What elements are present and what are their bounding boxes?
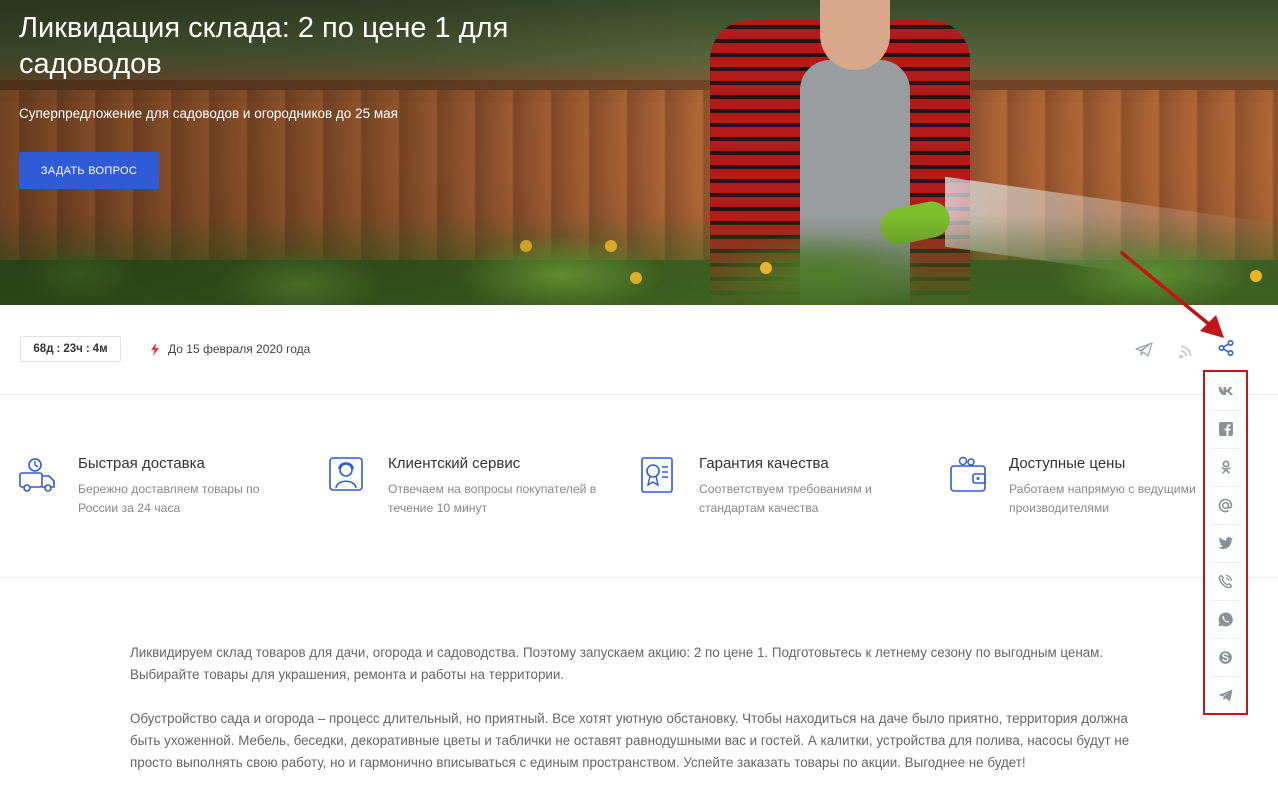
deadline-info: До 15 февраля 2020 года <box>150 342 310 356</box>
viber-icon <box>1218 574 1233 588</box>
mail-at-icon <box>1218 498 1233 512</box>
lightning-icon <box>151 342 159 356</box>
certificate-icon <box>641 457 673 493</box>
share-viber-button[interactable] <box>1205 562 1246 600</box>
divider <box>0 577 1278 578</box>
share-mail-button[interactable] <box>1205 486 1246 524</box>
timer-minutes-unit: м <box>99 343 108 355</box>
share-facebook-button[interactable] <box>1205 410 1246 448</box>
feature-title: Клиентский сервис <box>388 455 521 472</box>
twitter-icon <box>1218 537 1233 549</box>
feature-description: Бережно доставляем товары по России за 2… <box>78 482 260 515</box>
delivery-truck-icon <box>19 458 55 492</box>
article-paragraph: Ликвидируем склад товаров для дачи, огор… <box>130 645 1104 682</box>
feature-title: Гарантия качества <box>699 455 829 472</box>
share-vk-button[interactable] <box>1205 372 1246 410</box>
share-whatsapp-button[interactable] <box>1205 600 1246 638</box>
share-twitter-button[interactable] <box>1205 524 1246 562</box>
share-odnoklassniki-button[interactable] <box>1205 448 1246 486</box>
whatsapp-icon <box>1218 611 1233 626</box>
share-panel <box>1203 370 1248 715</box>
vk-icon <box>1218 387 1233 395</box>
customer-service-icon <box>329 457 363 491</box>
hero-flower <box>1250 270 1262 282</box>
odnoklassniki-icon <box>1221 460 1230 474</box>
hero-subtitle: Суперпредложение для садоводов и огородн… <box>19 106 398 121</box>
article-paragraph: Обустройство сада и огорода – процесс дл… <box>130 711 1130 770</box>
annotation-arrow <box>1120 251 1224 338</box>
wallet-icon <box>950 456 986 492</box>
timer-hours-unit: ч <box>76 343 83 355</box>
hero-banner: Ликвидация склада: 2 по цене 1 для садов… <box>0 0 1278 305</box>
timer-hours: 23 <box>63 343 77 355</box>
timer-days: 68 <box>33 343 47 355</box>
facebook-icon <box>1218 422 1233 436</box>
timer-days-unit: д <box>46 343 54 355</box>
share-skype-button[interactable] <box>1205 638 1246 676</box>
feature-description: Отвечаем на вопросы покупателей в течени… <box>388 482 597 515</box>
deadline-text: До 15 февраля 2020 года <box>168 342 311 356</box>
feature-title: Быстрая доставка <box>78 455 205 472</box>
divider <box>0 394 1278 395</box>
countdown-timer: 68 д : 23 ч : 4м <box>20 336 121 362</box>
page-title: Ликвидация склада: 2 по цене 1 для садов… <box>19 12 509 80</box>
skype-icon <box>1219 650 1232 664</box>
share-telegram-button[interactable] <box>1205 676 1246 714</box>
hero-person-neck <box>820 0 890 70</box>
hero-flower <box>760 262 772 274</box>
timer-separator: : <box>85 343 90 355</box>
ask-question-button[interactable]: ЗАДАТЬ ВОПРОС <box>19 152 159 189</box>
timer-separator: : <box>56 343 61 355</box>
feature-description: Работаем напрямую с ведущими производите… <box>1009 482 1196 515</box>
feature-description: Соответствуем требованиям и стандартам к… <box>699 482 872 515</box>
telegram-share-icon <box>1218 689 1233 701</box>
feature-title: Доступные цены <box>1009 455 1126 472</box>
